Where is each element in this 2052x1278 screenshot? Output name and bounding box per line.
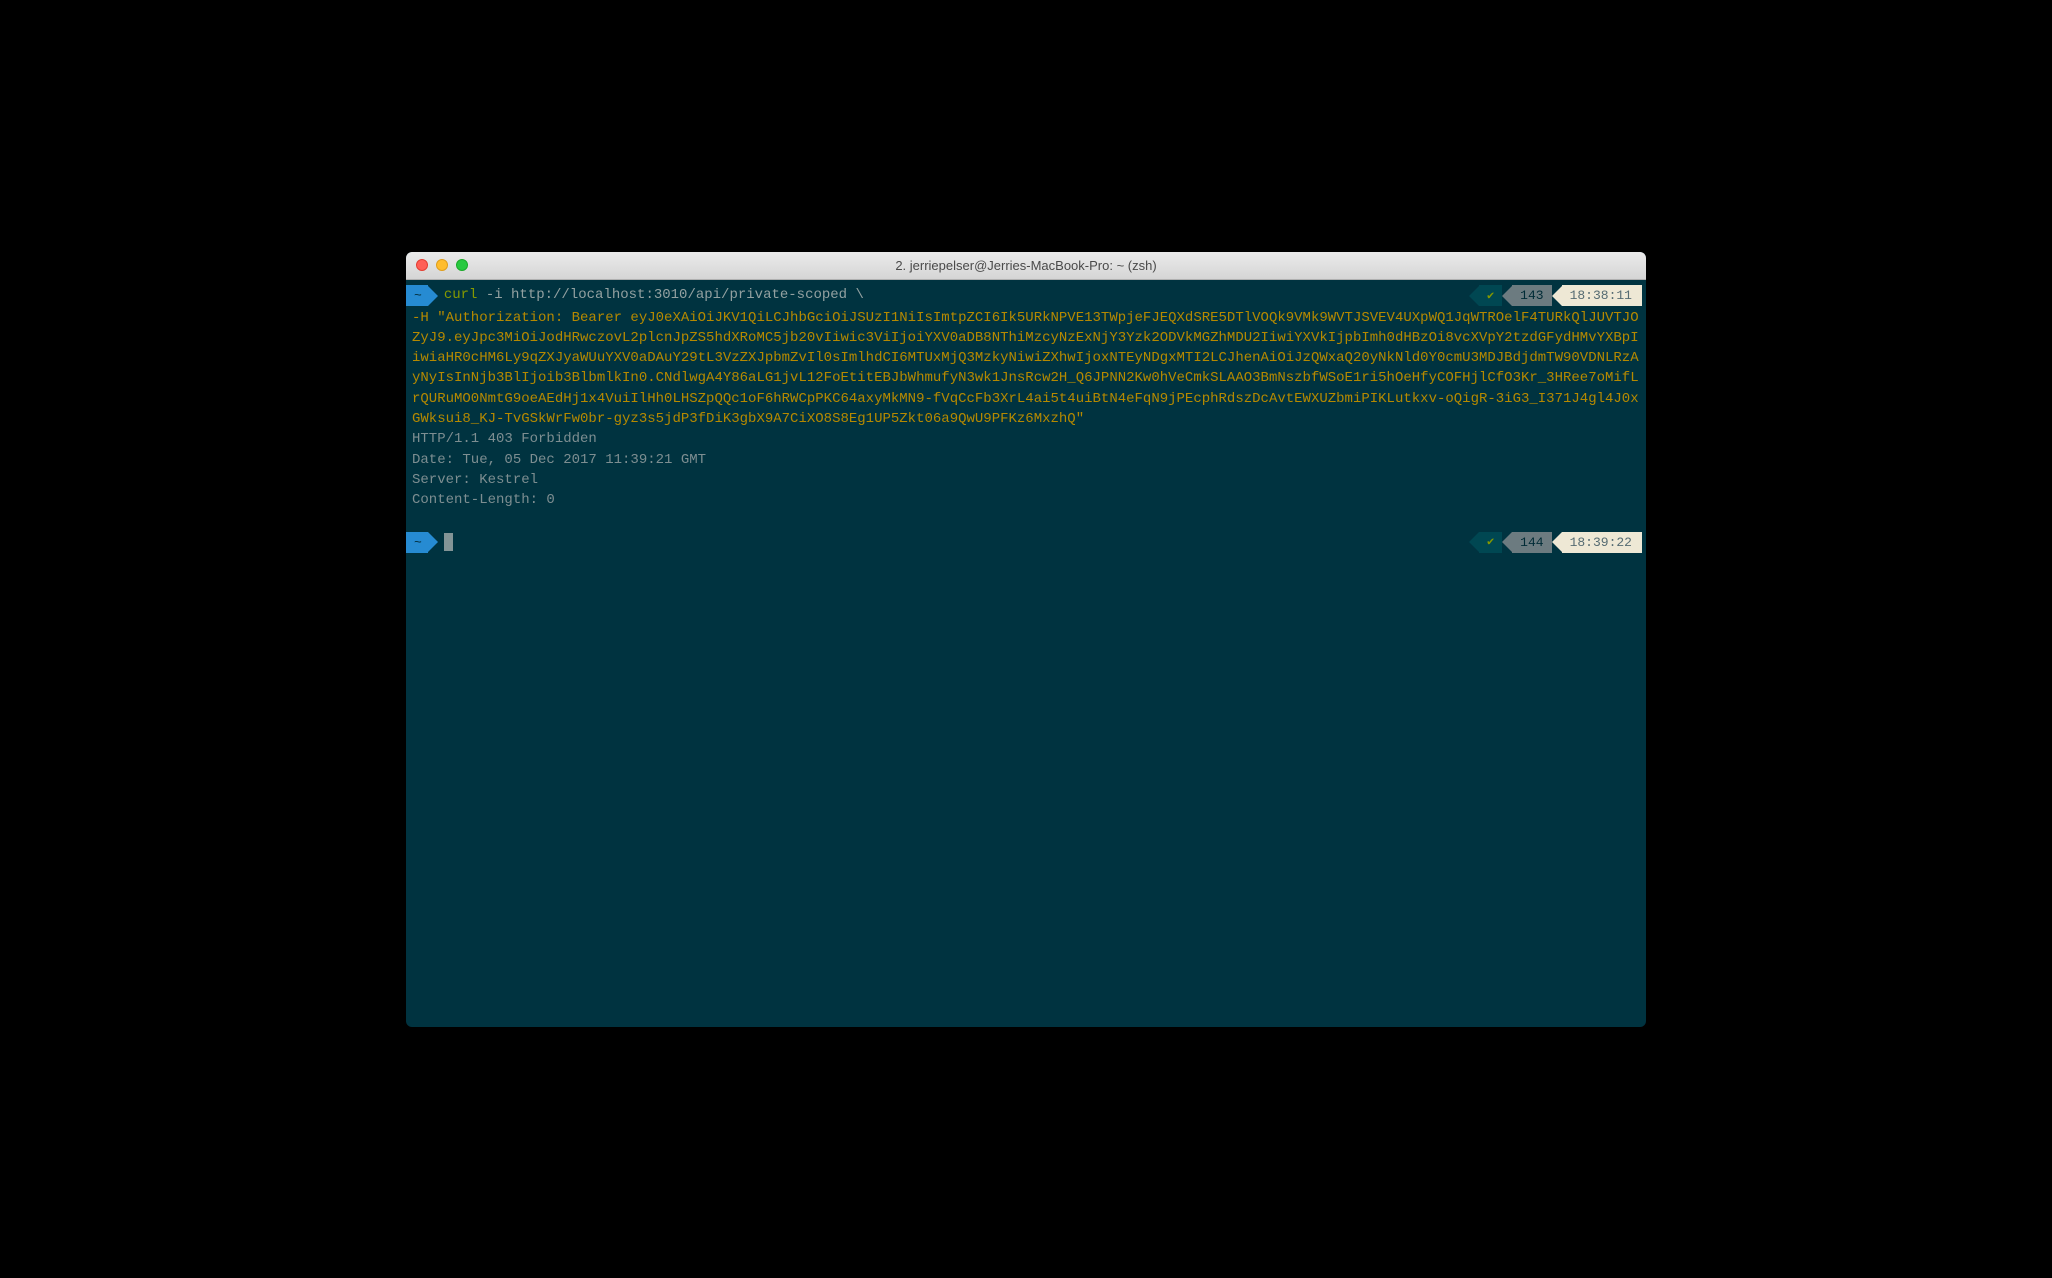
window-title: 2. jerriepelser@Jerries-MacBook-Pro: ~ (… xyxy=(406,258,1646,273)
titlebar[interactable]: 2. jerriepelser@Jerries-MacBook-Pro: ~ (… xyxy=(406,252,1646,280)
response-line: Server: Kestrel xyxy=(406,470,1646,490)
cwd-label: ~ xyxy=(406,532,428,553)
timestamp: 18:39:22 xyxy=(1562,532,1642,553)
response-line: Content-Length: 0 xyxy=(406,490,1646,510)
close-button[interactable] xyxy=(416,259,428,271)
cwd-segment: ~ xyxy=(406,285,438,306)
prompt-left: ~ curl -i http://localhost:3010/api/priv… xyxy=(406,285,1469,306)
maximize-button[interactable] xyxy=(456,259,468,271)
chevron-left-icon xyxy=(1502,286,1512,306)
cursor xyxy=(444,533,453,551)
prompt-line-1: ~ curl -i http://localhost:3010/api/priv… xyxy=(406,284,1646,308)
chevron-right-icon xyxy=(428,532,438,552)
blank-line xyxy=(406,510,1646,530)
command-continuation: -H "Authorization: Bearer eyJ0eXAiOiJKV1… xyxy=(406,308,1646,430)
prompt-right: ✔ 144 18:39:22 xyxy=(1469,532,1642,553)
prompt-right: ✔ 143 18:38:11 xyxy=(1469,285,1642,306)
traffic-lights xyxy=(416,259,468,271)
chevron-left-icon xyxy=(1502,532,1512,552)
history-number: 143 xyxy=(1512,285,1551,306)
history-number: 144 xyxy=(1512,532,1551,553)
prompt-line-2: ~ ✔ 144 18:39:22 xyxy=(406,530,1646,554)
chevron-left-icon xyxy=(1552,286,1562,306)
command-line: curl -i http://localhost:3010/api/privat… xyxy=(444,285,864,306)
response-line: HTTP/1.1 403 Forbidden xyxy=(406,429,1646,449)
chevron-left-icon xyxy=(1552,532,1562,552)
timestamp: 18:38:11 xyxy=(1562,285,1642,306)
chevron-right-icon xyxy=(428,286,438,306)
terminal-body[interactable]: ~ curl -i http://localhost:3010/api/priv… xyxy=(406,280,1646,559)
command-name: curl xyxy=(444,287,478,303)
cwd-segment: ~ xyxy=(406,532,438,553)
cwd-label: ~ xyxy=(406,285,428,306)
prompt-left: ~ xyxy=(406,532,1469,553)
response-line: Date: Tue, 05 Dec 2017 11:39:21 GMT xyxy=(406,450,1646,470)
command-args: -i http://localhost:3010/api/private-sco… xyxy=(477,287,863,303)
terminal-window: 2. jerriepelser@Jerries-MacBook-Pro: ~ (… xyxy=(406,252,1646,1027)
status-check: ✔ xyxy=(1479,285,1502,306)
minimize-button[interactable] xyxy=(436,259,448,271)
chevron-left-icon xyxy=(1469,286,1479,306)
chevron-left-icon xyxy=(1469,532,1479,552)
status-check: ✔ xyxy=(1479,532,1502,553)
